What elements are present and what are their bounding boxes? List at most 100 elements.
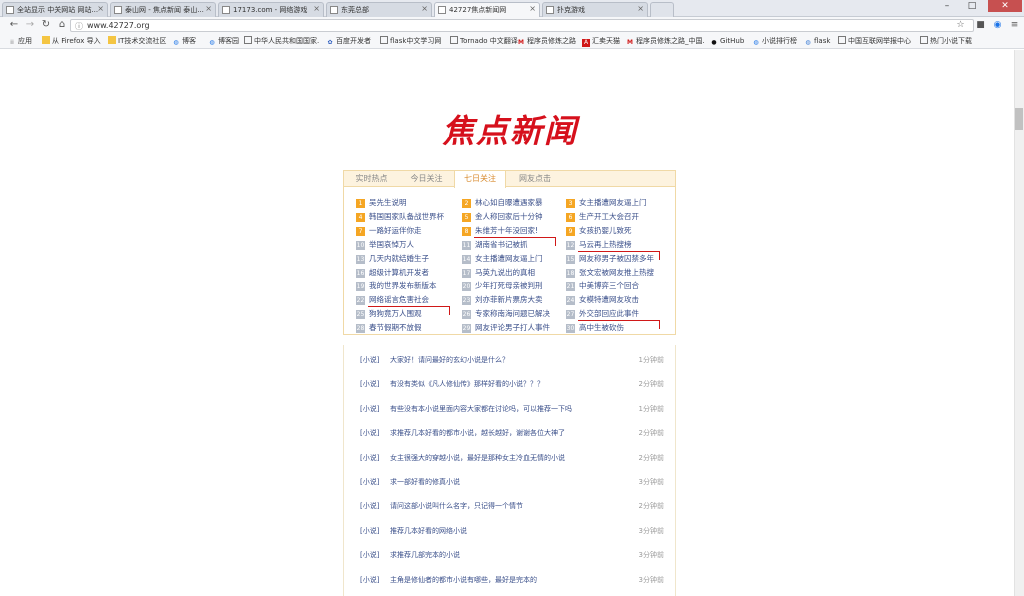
browser-tab[interactable]: 扑克游戏 ×	[542, 2, 648, 17]
news-row[interactable]: [小说] 有些没有本小说里面内容大家都在讨论吗，可以推荐一下吗 1分钟前	[360, 404, 664, 415]
news-title[interactable]: 女主很强大的穿越小说，最好是那种女主冷血无情的小说	[390, 453, 565, 464]
extension-icon[interactable]: ■	[975, 20, 986, 31]
bookmark-item[interactable]: M 程序员修炼之路_中国...	[626, 36, 704, 47]
tab-realtime[interactable]: 实时热点	[344, 171, 399, 187]
hot-news-item[interactable]: 18 张文宏被网友推上热搜	[566, 267, 666, 278]
maximize-icon[interactable]: □	[960, 0, 984, 12]
hot-news-item[interactable]: 30 高中生被砍伤	[566, 322, 666, 334]
bookmark-item[interactable]: ◍ flask	[804, 36, 830, 47]
scrollbar[interactable]	[1014, 50, 1024, 596]
news-row[interactable]: [小说] 大家好！请问最好的玄幻小说是什么？ 1分钟前	[360, 355, 664, 366]
news-category[interactable]: [小说]	[360, 575, 379, 586]
home-icon[interactable]: ⌂	[56, 19, 68, 31]
hot-news-item[interactable]: 27 外交部回应此事件	[566, 308, 666, 320]
minimize-icon[interactable]: –	[935, 0, 959, 12]
site-logo[interactable]: 焦点新闻	[430, 110, 590, 152]
news-title[interactable]: 有没有类似《凡人修仙传》那样好看的小说？？？	[390, 379, 544, 390]
news-category[interactable]: [小说]	[360, 379, 379, 390]
hot-news-item[interactable]: 22 网络谣言危害社会	[356, 294, 456, 306]
new-tab-button[interactable]	[650, 2, 674, 17]
news-category[interactable]: [小说]	[360, 526, 379, 537]
bookmark-item[interactable]: Tornado 中文翻译	[450, 36, 518, 47]
news-title[interactable]: 请问这部小说叫什么名字，只记得一个情节	[390, 501, 523, 512]
hot-news-item[interactable]: 10 举国哀悼万人	[356, 239, 456, 250]
bookmark-item[interactable]: 中华人民共和国国家...	[244, 36, 320, 47]
bookmark-item[interactable]: flask中文学习网	[380, 36, 441, 47]
news-row[interactable]: [小说] 推荐几本好看的网络小说 3分钟前	[360, 526, 664, 537]
news-title[interactable]: 推荐几本好看的网络小说	[390, 526, 467, 537]
news-row[interactable]: [小说] 请问这部小说叫什么名字，只记得一个情节 2分钟前	[360, 501, 664, 512]
hot-news-item[interactable]: 19 我的世界发布新版本	[356, 280, 456, 292]
browser-tab-active[interactable]: 42727焦点新闻网 ×	[434, 2, 540, 17]
news-title[interactable]: 求推荐几本好看的都市小说，越长越好，谢谢各位大神了	[390, 428, 565, 439]
hot-news-item[interactable]: 21 中美博弈三个回合	[566, 280, 666, 292]
info-icon[interactable]: ⓘ	[75, 21, 83, 32]
bookmark-item[interactable]: IT技术交流社区	[108, 36, 166, 47]
hot-news-item[interactable]: 25 狗狗竟万人围观	[356, 308, 456, 320]
hot-news-item[interactable]: 26 专家称南海问题已解决	[462, 308, 562, 320]
hot-news-item[interactable]: 12 马云再上热搜榜	[566, 239, 666, 250]
bookmark-item[interactable]: A 汇卖天猫	[582, 36, 620, 47]
hot-news-item[interactable]: 2 林心如自曝遭遇家暴	[462, 197, 562, 208]
news-category[interactable]: [小说]	[360, 453, 379, 464]
hot-news-item[interactable]: 9 女孩扔婴儿致死	[566, 225, 666, 236]
hot-news-item[interactable]: 3 女主播遭网友逼上门	[566, 197, 666, 208]
news-title[interactable]: 求一部好看的修真小说	[390, 477, 460, 488]
forward-icon[interactable]: →	[24, 19, 36, 31]
browser-tab[interactable]: 泰山网 - 焦点新闻 泰山... ×	[110, 2, 216, 17]
news-category[interactable]: [小说]	[360, 404, 379, 415]
hot-news-item[interactable]: 29 网友评论男子打人事件	[462, 322, 562, 334]
hot-news-item[interactable]: 4 韩国国家队备战世界杯	[356, 211, 456, 222]
hot-news-item[interactable]: 13 几天内就结婚生子	[356, 253, 456, 264]
tab-today[interactable]: 今日关注	[399, 171, 454, 187]
bookmark-item[interactable]: ◍ 博客	[172, 36, 196, 47]
hot-news-item[interactable]: 5 金人称回家后十分钟	[462, 211, 562, 222]
bookmark-item[interactable]: 从 Firefox 导入	[42, 36, 101, 47]
window-close-icon[interactable]: ✕	[988, 0, 1022, 12]
bookmark-item[interactable]: ⁞⁞ 应用	[8, 36, 32, 47]
hot-news-item[interactable]: 14 女主播遭网友逼上门	[462, 253, 562, 264]
scrollbar-thumb[interactable]	[1015, 108, 1023, 130]
bookmark-item[interactable]: 中国互联网举报中心	[838, 36, 914, 47]
hot-news-item[interactable]: 15 网友称男子被囚禁多年	[566, 253, 666, 264]
extension-icon[interactable]: ◉	[992, 20, 1003, 31]
bookmark-item[interactable]: ● GitHub	[710, 36, 744, 47]
close-icon[interactable]: ×	[637, 4, 644, 13]
hot-news-item[interactable]: 1 吴先生说明	[356, 197, 456, 208]
news-row[interactable]: [小说] 求推荐几本好看的都市小说，越长越好，谢谢各位大神了 2分钟前	[360, 428, 664, 439]
hot-news-item[interactable]: 23 刘亦菲新片票房大卖	[462, 294, 562, 306]
hot-news-item[interactable]: 16 超级计算机开发者	[356, 267, 456, 278]
close-icon[interactable]: ×	[205, 4, 212, 13]
news-title[interactable]: 有些没有本小说里面内容大家都在讨论吗，可以推荐一下吗	[390, 404, 572, 415]
news-category[interactable]: [小说]	[360, 501, 379, 512]
browser-tab[interactable]: 17173.com - 网络游戏 ×	[218, 2, 324, 17]
address-bar[interactable]: ⓘ www.42727.org	[70, 19, 974, 32]
back-icon[interactable]: ←	[8, 19, 20, 31]
bookmark-item[interactable]: M 程序员修炼之路	[517, 36, 576, 47]
news-row[interactable]: [小说] 主角是修仙者的都市小说有哪些，最好是完本的 3分钟前	[360, 575, 664, 586]
news-category[interactable]: [小说]	[360, 550, 379, 561]
reload-icon[interactable]: ↻	[40, 19, 52, 31]
news-row[interactable]: [小说] 有没有类似《凡人修仙传》那样好看的小说？？？ 2分钟前	[360, 379, 664, 390]
hot-news-item[interactable]: 28 春节假期不放假	[356, 322, 456, 334]
news-row[interactable]: [小说] 求一部好看的修真小说 3分钟前	[360, 477, 664, 488]
browser-tab[interactable]: 全站显示 中关网站 网站... ×	[2, 2, 108, 17]
star-icon[interactable]: ☆	[955, 20, 966, 31]
hot-news-item[interactable]: 20 少年打死母亲被判刑	[462, 280, 562, 292]
hot-news-item[interactable]: 7 一路好运伴你走	[356, 225, 456, 236]
close-icon[interactable]: ×	[97, 4, 104, 13]
menu-icon[interactable]: ≡	[1009, 20, 1020, 31]
close-icon[interactable]: ×	[313, 4, 320, 13]
news-title[interactable]: 求推荐几部完本的小说	[390, 550, 460, 561]
bookmark-item[interactable]: ◍ 博客园	[208, 36, 239, 47]
news-category[interactable]: [小说]	[360, 428, 379, 439]
hot-news-item[interactable]: 8 朱维芳十年没回家!	[462, 225, 562, 236]
browser-tab[interactable]: 东莞总部 ×	[326, 2, 432, 17]
news-title[interactable]: 主角是修仙者的都市小说有哪些，最好是完本的	[390, 575, 537, 586]
news-category[interactable]: [小说]	[360, 477, 379, 488]
bookmark-item[interactable]: ◍ 小说排行榜	[752, 36, 797, 47]
news-category[interactable]: [小说]	[360, 355, 379, 366]
hot-news-item[interactable]: 24 女模特遭网友攻击	[566, 294, 666, 306]
news-title[interactable]: 大家好！请问最好的玄幻小说是什么？	[390, 355, 509, 366]
bookmark-item[interactable]: 热门小说下载	[920, 36, 972, 47]
